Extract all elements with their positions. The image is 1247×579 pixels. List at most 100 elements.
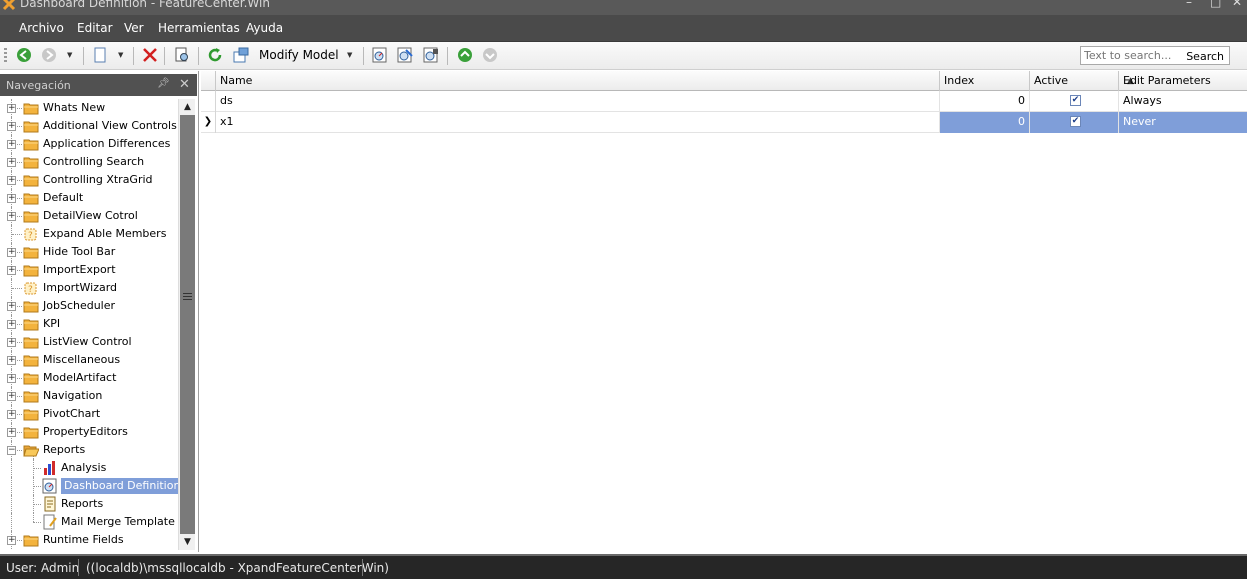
navigation-title: Navegación bbox=[6, 79, 71, 92]
collapse-icon[interactable]: − bbox=[7, 446, 16, 455]
menu-herramientas[interactable]: Herramientas bbox=[158, 21, 240, 35]
refresh-icon[interactable] bbox=[207, 47, 223, 63]
nav-item-default[interactable]: + Default bbox=[0, 189, 178, 207]
status-connection: ((localdb)\mssqllocaldb - XpandFeatureCe… bbox=[86, 561, 389, 575]
close-window-icon[interactable]: ✕ bbox=[1232, 0, 1242, 9]
nav-item-dashboard-definition[interactable]: Dashboard Definition bbox=[0, 477, 178, 495]
search-input[interactable] bbox=[1084, 49, 1184, 62]
expand-icon[interactable]: + bbox=[7, 248, 16, 257]
modify-model-button[interactable]: Modify Model bbox=[259, 48, 339, 62]
nav-item-label: Runtime Fields bbox=[43, 533, 124, 546]
menu-archivo[interactable]: Archivo bbox=[19, 21, 64, 35]
toolbar-grip[interactable] bbox=[4, 48, 7, 64]
status-bar: User: Admin ((localdb)\mssqllocaldb - Xp… bbox=[0, 554, 1247, 579]
cell-edit-parameters[interactable]: Never bbox=[1119, 112, 1247, 133]
nav-item-detailview-cotrol[interactable]: + DetailView Cotrol bbox=[0, 207, 178, 225]
print-preview-icon[interactable] bbox=[174, 47, 190, 63]
cell-index[interactable]: 0 bbox=[940, 112, 1030, 133]
nav-item-navigation[interactable]: + Navigation bbox=[0, 387, 178, 405]
minimize-icon[interactable]: – bbox=[1186, 0, 1192, 9]
scroll-down-icon[interactable]: ▼ bbox=[179, 534, 196, 550]
nav-item-kpi[interactable]: + KPI bbox=[0, 315, 178, 333]
table-row[interactable]: ❯ x1 0 ✔ Never bbox=[201, 112, 1247, 133]
nav-item-propertyeditors[interactable]: + PropertyEditors bbox=[0, 423, 178, 441]
expand-icon[interactable]: + bbox=[7, 374, 16, 383]
new-document-icon[interactable] bbox=[92, 47, 108, 63]
scroll-up-icon[interactable]: ▲ bbox=[179, 99, 196, 115]
expand-icon[interactable]: + bbox=[7, 320, 16, 329]
nav-item-analysis[interactable]: Analysis bbox=[0, 459, 178, 477]
forward-dropdown-icon[interactable]: ▼ bbox=[67, 51, 72, 59]
expand-icon[interactable]: + bbox=[7, 212, 16, 221]
dashboard-action-icon[interactable] bbox=[372, 47, 388, 63]
nav-item-modelartifact[interactable]: + ModelArtifact bbox=[0, 369, 178, 387]
nav-item-additional-view-controls[interactable]: + Additional View Controls bbox=[0, 117, 178, 135]
modify-model-dropdown-icon[interactable]: ▼ bbox=[347, 51, 352, 59]
scrollbar-thumb[interactable] bbox=[180, 115, 195, 534]
expand-icon[interactable]: + bbox=[7, 176, 16, 185]
move-down-icon[interactable] bbox=[482, 47, 498, 63]
cell-active[interactable]: ✔ bbox=[1030, 112, 1119, 133]
nav-item-importexport[interactable]: + ImportExport bbox=[0, 261, 178, 279]
nav-item-runtime-fields[interactable]: + Runtime Fields bbox=[0, 531, 178, 549]
pin-icon[interactable]: 📌︎ bbox=[157, 78, 170, 89]
active-checkbox[interactable]: ✔ bbox=[1070, 95, 1081, 106]
menu-ayuda[interactable]: Ayuda bbox=[246, 21, 283, 35]
search-button[interactable]: Search bbox=[1186, 50, 1224, 63]
expand-icon[interactable]: + bbox=[7, 302, 16, 311]
expand-icon[interactable]: + bbox=[7, 428, 16, 437]
nav-item-controlling-xtragrid[interactable]: + Controlling XtraGrid bbox=[0, 171, 178, 189]
nav-item-mail-merge-template[interactable]: Mail Merge Template bbox=[0, 513, 178, 531]
nav-item-reports[interactable]: Reports bbox=[0, 495, 178, 513]
expand-icon[interactable]: + bbox=[7, 158, 16, 167]
model-editor-icon[interactable] bbox=[233, 47, 249, 63]
column-header-index[interactable]: Index bbox=[940, 71, 1030, 91]
expand-icon[interactable]: + bbox=[7, 140, 16, 149]
cell-name[interactable]: x1 bbox=[216, 112, 940, 133]
expand-icon[interactable]: + bbox=[7, 410, 16, 419]
column-header-active[interactable]: Active bbox=[1030, 71, 1119, 91]
nav-item-pivotchart[interactable]: + PivotChart bbox=[0, 405, 178, 423]
table-row[interactable]: ds 0 ✔ Always bbox=[201, 91, 1247, 112]
nav-item-controlling-search[interactable]: + Controlling Search bbox=[0, 153, 178, 171]
back-icon[interactable] bbox=[16, 47, 32, 63]
close-panel-icon[interactable]: ✕ bbox=[179, 77, 190, 92]
move-up-icon[interactable] bbox=[457, 47, 473, 63]
dashboard-view-icon[interactable] bbox=[423, 47, 439, 63]
nav-item-expand-able-members[interactable]: ? Expand Able Members bbox=[0, 225, 178, 243]
active-checkbox[interactable]: ✔ bbox=[1070, 116, 1081, 127]
nav-item-whats-new[interactable]: + Whats New bbox=[0, 99, 178, 117]
menu-editar[interactable]: Editar bbox=[77, 21, 113, 35]
delete-icon[interactable] bbox=[142, 47, 158, 63]
nav-item-label: JobScheduler bbox=[43, 299, 116, 312]
nav-item-importwizard[interactable]: ? ImportWizard bbox=[0, 279, 178, 297]
column-header-edit-parameters[interactable]: Edit Parameters bbox=[1119, 71, 1247, 91]
expand-icon[interactable]: + bbox=[7, 122, 16, 131]
navigation-scrollbar[interactable]: ▲ ▼ bbox=[178, 99, 195, 550]
nav-item-reports[interactable]: − Reports bbox=[0, 441, 178, 459]
nav-item-application-differences[interactable]: + Application Differences bbox=[0, 135, 178, 153]
expand-icon[interactable]: + bbox=[7, 194, 16, 203]
new-dropdown-icon[interactable]: ▼ bbox=[118, 51, 123, 59]
cell-index[interactable]: 0 bbox=[940, 91, 1030, 112]
nav-item-jobscheduler[interactable]: + JobScheduler bbox=[0, 297, 178, 315]
expand-icon[interactable]: + bbox=[7, 104, 16, 113]
dashboard-design-icon[interactable] bbox=[397, 47, 413, 63]
expand-icon[interactable]: + bbox=[7, 338, 16, 347]
expand-icon[interactable]: + bbox=[7, 266, 16, 275]
folder-icon bbox=[23, 262, 39, 278]
forward-icon[interactable] bbox=[41, 47, 57, 63]
expand-icon[interactable]: + bbox=[7, 356, 16, 365]
cell-edit-parameters[interactable]: Always bbox=[1119, 91, 1247, 112]
cell-active[interactable]: ✔ bbox=[1030, 91, 1119, 112]
expand-icon[interactable]: + bbox=[7, 392, 16, 401]
nav-item-miscellaneous[interactable]: + Miscellaneous bbox=[0, 351, 178, 369]
column-header-name[interactable]: Name bbox=[216, 71, 940, 91]
cell-name[interactable]: ds bbox=[216, 91, 940, 112]
puzzle-icon: ? bbox=[23, 280, 39, 296]
expand-icon[interactable]: + bbox=[7, 536, 16, 545]
nav-item-listview-control[interactable]: + ListView Control bbox=[0, 333, 178, 351]
menu-ver[interactable]: Ver bbox=[124, 21, 144, 35]
maximize-icon[interactable]: □ bbox=[1210, 0, 1221, 9]
nav-item-hide-tool-bar[interactable]: + Hide Tool Bar bbox=[0, 243, 178, 261]
